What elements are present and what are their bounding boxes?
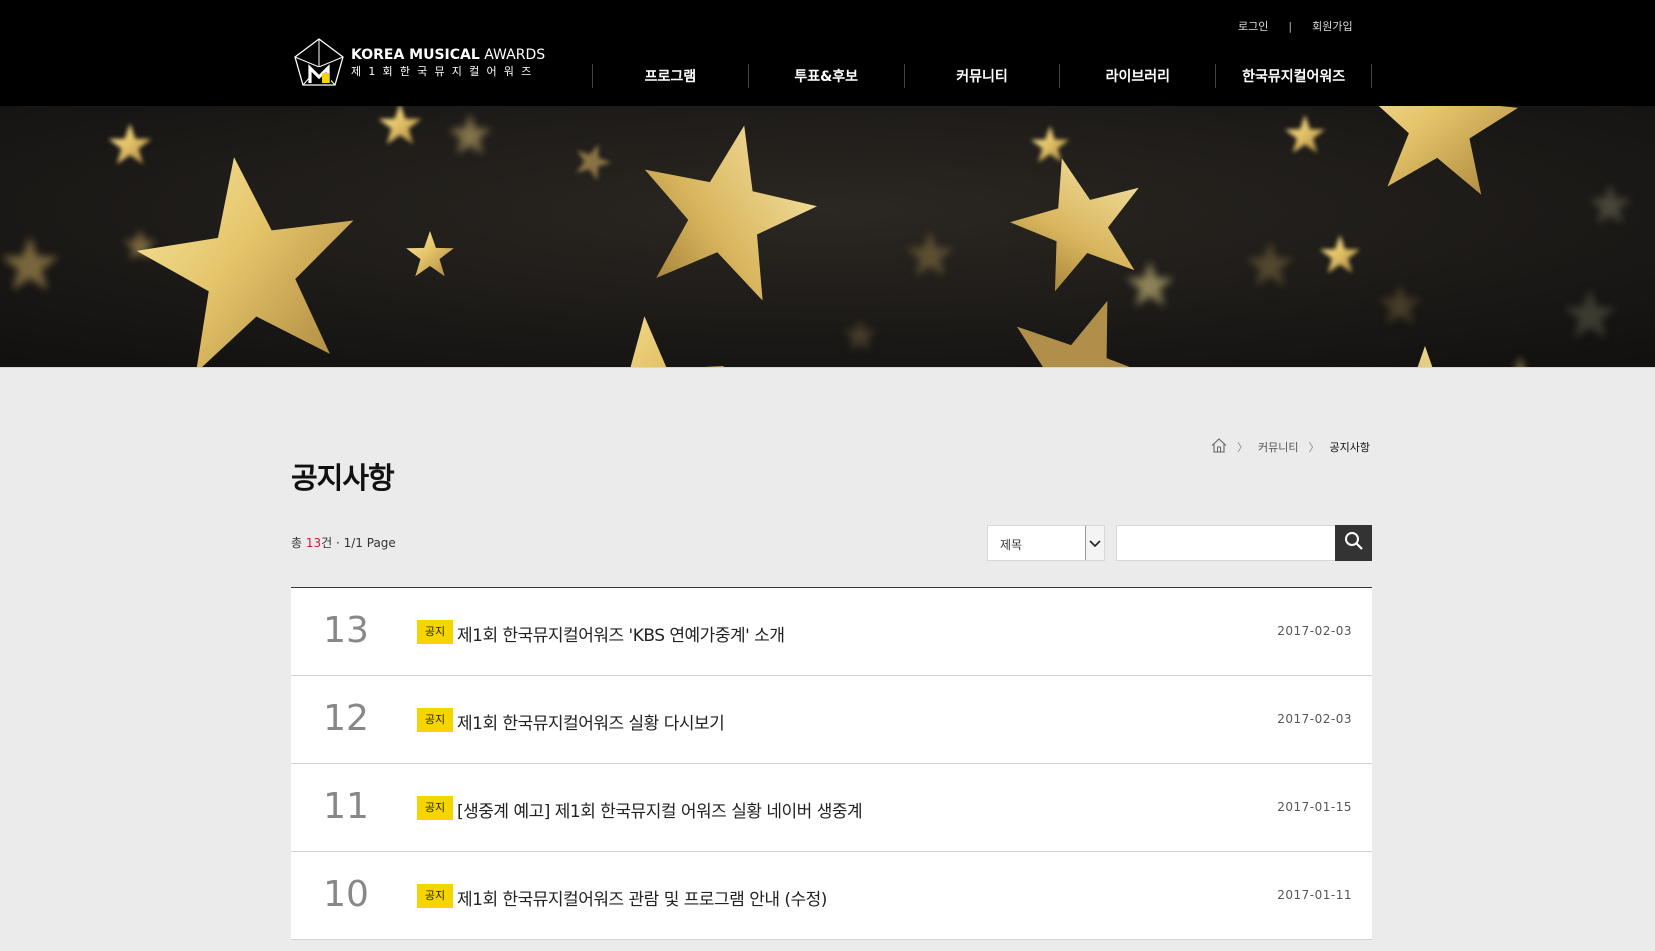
notice-number: 13: [323, 610, 369, 651]
logo-text-korean: 제1회한국뮤지컬어워즈: [351, 64, 539, 78]
chevron-down-icon[interactable]: [1085, 526, 1104, 560]
notice-row[interactable]: 13 공지 제1회 한국뮤지컬어워즈 'KBS 연예가중계' 소개 2017-0…: [291, 588, 1372, 676]
site-logo[interactable]: KOREA MUSICAL AWARDS 제1회한국뮤지컬어워즈: [291, 37, 546, 87]
notice-date: 2017-02-03: [1277, 712, 1352, 726]
nav-library[interactable]: 라이브러리: [1059, 64, 1215, 88]
login-link[interactable]: 로그인: [1238, 18, 1268, 34]
notice-row[interactable]: 11 공지 [생중계 예고] 제1회 한국뮤지컬 어워즈 실황 네이버 생중계 …: [291, 764, 1372, 852]
nav-community[interactable]: 커뮤니티: [903, 64, 1060, 88]
breadcrumb-community[interactable]: 커뮤니티: [1258, 439, 1298, 455]
chevron-right-icon: 〉: [1237, 441, 1248, 454]
count-total: 13: [305, 536, 322, 550]
notice-badge: 공지: [417, 620, 453, 644]
notice-row[interactable]: 12 공지 제1회 한국뮤지컬어워즈 실황 다시보기 2017-02-03: [291, 676, 1372, 764]
nav-vote[interactable]: 투표&후보: [747, 64, 904, 88]
search-field-value: 제목: [1000, 538, 1023, 552]
nav-program[interactable]: 프로그램: [592, 64, 748, 88]
notice-badge: 공지: [417, 796, 453, 820]
count-prefix: 총: [291, 536, 306, 550]
join-link[interactable]: 회원가입: [1312, 18, 1352, 34]
logo-mark-icon: [291, 37, 347, 87]
notice-date: 2017-01-15: [1277, 800, 1352, 814]
search-field-select[interactable]: 제목: [987, 525, 1105, 561]
notice-badge: 공지: [417, 884, 453, 908]
logo-text-bold: KOREA MUSICAL: [351, 46, 480, 63]
site-header: 로그인 | 회원가입 KOREA MUSICAL AWARDS 제1회한국뮤지컬…: [0, 0, 1655, 106]
chevron-right-icon: 〉: [1308, 441, 1320, 454]
notice-badge: 공지: [417, 708, 453, 732]
search-icon: [1344, 531, 1364, 555]
home-icon[interactable]: [1211, 438, 1227, 456]
breadcrumb: 〉 커뮤니티 〉 공지사항: [1211, 438, 1370, 456]
util-menu: 로그인 | 회원가입: [1238, 18, 1353, 34]
nav-awards[interactable]: 한국뮤지컬어워즈: [1215, 64, 1372, 88]
main-nav: 프로그램 투표&후보 커뮤니티 라이브러리 한국뮤지컬어워즈: [592, 64, 1372, 88]
notice-list: 13 공지 제1회 한국뮤지컬어워즈 'KBS 연예가중계' 소개 2017-0…: [291, 587, 1372, 940]
search-input[interactable]: [1116, 525, 1336, 561]
notice-row[interactable]: 10 공지 제1회 한국뮤지컬어워즈 관람 및 프로그램 안내 (수정) 201…: [291, 852, 1372, 940]
logo-text-light: AWARDS: [484, 46, 546, 63]
notice-date: 2017-01-11: [1277, 888, 1352, 902]
notice-subject-link[interactable]: 제1회 한국뮤지컬어워즈 관람 및 프로그램 안내 (수정): [457, 885, 827, 910]
notice-number: 11: [323, 786, 369, 827]
notice-date: 2017-02-03: [1277, 624, 1352, 638]
breadcrumb-current: 공지사항: [1329, 441, 1370, 454]
page-title: 공지사항: [291, 461, 395, 495]
util-separator: |: [1288, 19, 1293, 33]
notice-number: 10: [323, 874, 369, 915]
notice-subject-link[interactable]: [생중계 예고] 제1회 한국뮤지컬 어워즈 실황 네이버 생중계: [457, 797, 863, 822]
stars-banner-image: [0, 106, 1655, 368]
notice-number: 12: [323, 698, 369, 739]
count-suffix: 건 · 1/1 Page: [321, 536, 396, 550]
notice-subject-link[interactable]: 제1회 한국뮤지컬어워즈 실황 다시보기: [457, 709, 725, 734]
notice-subject-link[interactable]: 제1회 한국뮤지컬어워즈 'KBS 연예가중계' 소개: [457, 621, 785, 646]
search-button[interactable]: [1335, 525, 1372, 561]
post-count: 총 13건 · 1/1 Page: [291, 534, 396, 551]
